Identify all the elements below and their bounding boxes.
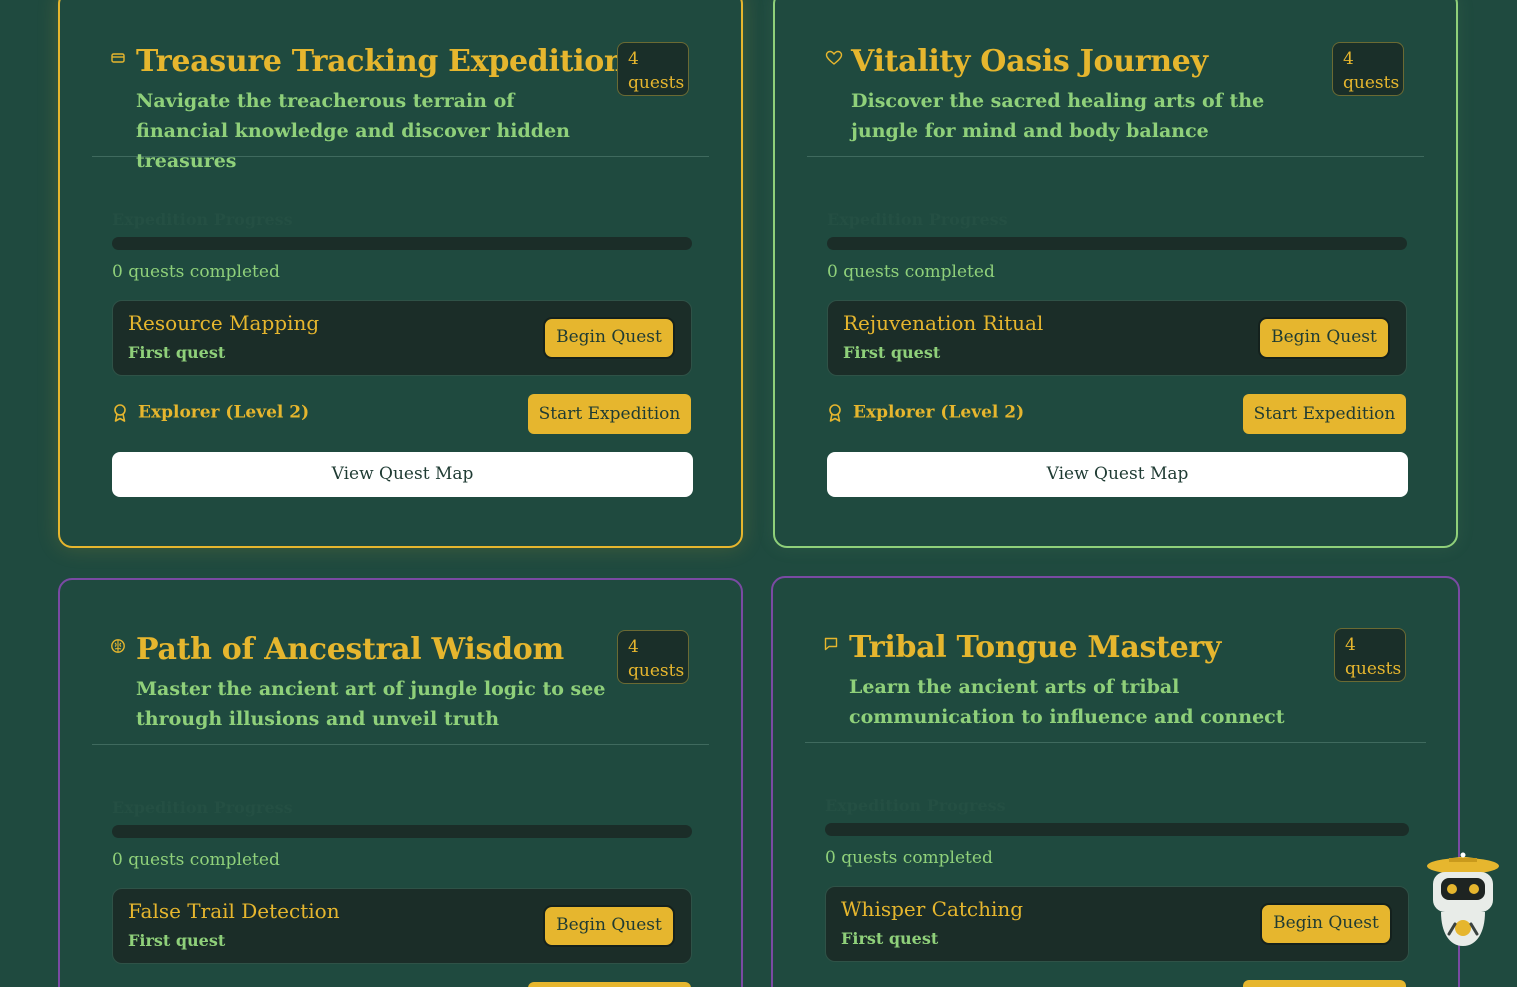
progress-label: Expedition Progress	[112, 210, 293, 229]
quest-count-badge: 4 quests	[1334, 628, 1406, 682]
expedition-card-vitality: Vitality Oasis Journey Discover the sacr…	[773, 0, 1458, 548]
begin-quest-button[interactable]: Begin Quest	[1260, 903, 1392, 945]
quests-completed-text: 0 quests completed	[112, 850, 280, 870]
brain-icon	[110, 638, 128, 656]
quest-count-badge: 4 quests	[617, 42, 689, 96]
card-header: Treasure Tracking Expedition Navigate th…	[92, 42, 709, 172]
quests-completed-text: 0 quests completed	[827, 262, 995, 282]
begin-quest-button[interactable]: Begin Quest	[1258, 317, 1390, 359]
start-expedition-button[interactable]: Start Expedition	[1243, 394, 1406, 434]
wallet-icon	[110, 50, 128, 68]
rank-requirement: Explorer (Level 2)	[827, 402, 1024, 426]
card-title: Tribal Tongue Mastery	[849, 630, 1222, 665]
expedition-card-treasure: Treasure Tracking Expedition Navigate th…	[58, 0, 743, 548]
card-header: Path of Ancestral Wisdom Master the anci…	[92, 630, 709, 745]
progress-label: Expedition Progress	[112, 798, 293, 817]
quest-name: False Trail Detection	[128, 899, 340, 923]
quest-count-badge: 4 quests	[1332, 42, 1404, 96]
begin-quest-button[interactable]: Begin Quest	[543, 317, 675, 359]
quest-name: Rejuvenation Ritual	[843, 311, 1044, 335]
explorer-robot-icon[interactable]	[1425, 850, 1501, 950]
start-expedition-button[interactable]	[528, 982, 691, 987]
quest-name: Whisper Catching	[841, 897, 1024, 921]
progress-bar	[827, 237, 1407, 250]
current-quest: Resource Mapping First quest Begin Quest	[112, 300, 692, 376]
quest-count-badge: 4 quests	[617, 630, 689, 684]
quests-completed-text: 0 quests completed	[825, 848, 993, 868]
quest-subtitle: First quest	[128, 343, 226, 362]
expedition-card-tongue: Tribal Tongue Mastery Learn the ancient …	[771, 576, 1460, 987]
award-ribbon-icon	[112, 403, 128, 423]
progress-bar	[112, 237, 692, 250]
progress-label: Expedition Progress	[825, 796, 1006, 815]
quest-subtitle: First quest	[843, 343, 941, 362]
start-expedition-button[interactable]	[1243, 980, 1406, 987]
begin-quest-button[interactable]: Begin Quest	[543, 905, 675, 947]
card-description: Discover the sacred healing arts of the …	[851, 90, 1265, 142]
quest-name: Resource Mapping	[128, 311, 320, 335]
card-header: Vitality Oasis Journey Discover the sacr…	[807, 42, 1424, 157]
card-title: Treasure Tracking Expedition	[136, 44, 626, 79]
rank-label: Explorer (Level 2)	[138, 402, 310, 423]
view-quest-map-button[interactable]: View Quest Map	[827, 452, 1408, 497]
quests-completed-text: 0 quests completed	[112, 262, 280, 282]
card-title: Vitality Oasis Journey	[851, 44, 1208, 79]
current-quest: Rejuvenation Ritual First quest Begin Qu…	[827, 300, 1407, 376]
card-header: Tribal Tongue Mastery Learn the ancient …	[805, 628, 1426, 743]
card-title: Path of Ancestral Wisdom	[136, 632, 564, 667]
quest-subtitle: First quest	[841, 929, 939, 948]
progress-label: Expedition Progress	[827, 210, 1008, 229]
expedition-card-wisdom: Path of Ancestral Wisdom Master the anci…	[58, 578, 743, 987]
start-expedition-button[interactable]: Start Expedition	[528, 394, 691, 434]
card-description: Learn the ancient arts of tribal communi…	[849, 676, 1285, 728]
current-quest: Whisper Catching First quest Begin Quest	[825, 886, 1409, 962]
speech-bubble-icon	[823, 636, 841, 654]
heart-icon	[825, 50, 843, 68]
card-description: Navigate the treacherous terrain of fina…	[136, 90, 570, 172]
award-ribbon-icon	[827, 403, 843, 423]
quest-subtitle: First quest	[128, 931, 226, 950]
page: Treasure Tracking Expedition Navigate th…	[0, 0, 1517, 987]
progress-bar	[112, 825, 692, 838]
progress-bar	[825, 823, 1409, 836]
rank-requirement: Explorer (Level 2)	[112, 402, 309, 426]
current-quest: False Trail Detection First quest Begin …	[112, 888, 692, 964]
card-description: Master the ancient art of jungle logic t…	[136, 678, 606, 730]
rank-label: Explorer (Level 2)	[853, 402, 1025, 423]
view-quest-map-button[interactable]: View Quest Map	[112, 452, 693, 497]
